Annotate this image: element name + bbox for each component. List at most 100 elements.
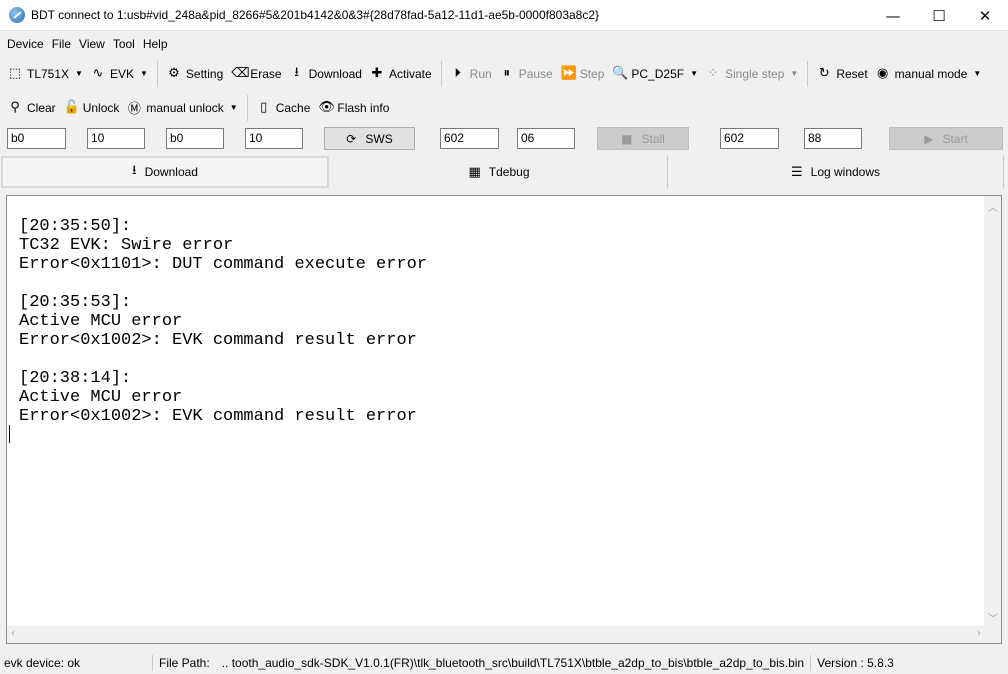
- step-icon: ⏩: [560, 66, 577, 81]
- menu-file[interactable]: File: [52, 37, 71, 51]
- manual-mode-label: manual mode: [894, 66, 968, 81]
- tab-download[interactable]: ⭳ Download: [1, 156, 329, 188]
- clear-label: Clear: [27, 100, 56, 115]
- sd-card-icon: ▯: [260, 100, 268, 115]
- pc-select[interactable]: 🔍 PC_D25F ▼: [608, 62, 702, 86]
- value-field-2[interactable]: 06: [517, 128, 575, 149]
- erase-button[interactable]: ⌫ Erase: [227, 62, 285, 86]
- scroll-right-icon[interactable]: ›: [977, 628, 981, 639]
- sws-label: SWS: [365, 131, 393, 146]
- menu-bar: Device File View Tool Help: [0, 31, 1008, 56]
- download-icon: ⭳: [294, 64, 299, 80]
- chevron-down-icon: ▼: [790, 69, 799, 78]
- manual-unlock-select[interactable]: Ⓜ manual unlock ▼: [123, 96, 241, 120]
- gear-icon: ⚙: [168, 66, 180, 81]
- menu-device[interactable]: Device: [7, 37, 44, 51]
- manual-unlock-icon: Ⓜ: [127, 102, 141, 117]
- activate-label: Activate: [388, 66, 432, 81]
- cache-label: Cache: [275, 100, 311, 115]
- sws-button[interactable]: ⟳ SWS: [324, 127, 415, 150]
- window-controls: — ☐ ✕: [870, 0, 1008, 31]
- value-field-1[interactable]: 602: [440, 128, 499, 149]
- broom-icon: ⚲: [10, 100, 20, 115]
- chevron-down-icon: ▼: [75, 69, 83, 78]
- length-field-1[interactable]: 10: [87, 128, 145, 149]
- start-button[interactable]: ▶ Start: [889, 127, 1003, 150]
- run-button[interactable]: ⏵ Run: [447, 62, 496, 86]
- separator: [440, 60, 442, 87]
- unlock-button[interactable]: 🔓 Unlock: [60, 96, 124, 120]
- flash-info-button[interactable]: 👁 Flash info: [314, 96, 393, 120]
- play-icon: ▶: [924, 131, 934, 146]
- waveform-icon: ∿: [92, 66, 104, 81]
- tab-tdebug-label: Tdebug: [488, 165, 530, 179]
- single-step-select[interactable]: ⁘ Single step ▼: [702, 62, 802, 86]
- minimize-button[interactable]: —: [870, 0, 916, 31]
- setting-button[interactable]: ⚙ Setting: [163, 62, 227, 86]
- log-text: [20:35:50]: TC32 EVK: Swire error Error<…: [19, 217, 428, 426]
- address-field-1[interactable]: b0: [7, 128, 66, 149]
- menu-tool[interactable]: Tool: [113, 37, 135, 51]
- value-field-4[interactable]: 88: [804, 128, 862, 149]
- reset-label: Reset: [836, 66, 868, 81]
- clear-button[interactable]: ⚲ Clear: [4, 96, 60, 120]
- length-field-2[interactable]: 10: [245, 128, 303, 149]
- setting-label: Setting: [185, 66, 224, 81]
- tab-tdebug[interactable]: ▦ Tdebug: [331, 156, 668, 188]
- download-button[interactable]: ⭳ Download: [286, 62, 366, 86]
- status-divider: [810, 654, 812, 671]
- manual-mode-select[interactable]: ◉ manual mode ▼: [872, 62, 986, 86]
- window-title: BDT connect to 1:usb#vid_248a&pid_8266#5…: [31, 8, 600, 22]
- tab-bar: ⭳ Download ▦ Tdebug ☰ Log windows: [0, 156, 1008, 188]
- main-toolbar: ⬚ TL751X ▼ ∿ EVK ▼ ⚙ Setting ⌫ Erase ⭳ D…: [0, 57, 1008, 90]
- stop-icon: ■: [621, 131, 633, 146]
- eye-icon: 👁: [318, 100, 335, 115]
- activate-button[interactable]: ✚ Activate: [366, 62, 436, 86]
- evk-label: EVK: [109, 66, 134, 81]
- tab-log-windows[interactable]: ☰ Log windows: [668, 156, 1004, 188]
- reset-button[interactable]: ↻ Reset: [813, 62, 871, 86]
- cache-button[interactable]: ▯ Cache: [253, 96, 315, 120]
- reset-icon: ↻: [818, 66, 830, 81]
- close-button[interactable]: ✕: [962, 0, 1008, 31]
- eraser-icon: ⌫: [231, 66, 250, 81]
- mode-icon: ◉: [877, 66, 889, 81]
- unlock-icon: 🔓: [63, 100, 80, 115]
- chip-select[interactable]: ⬚ TL751X ▼: [4, 62, 87, 86]
- tab-log-windows-label: Log windows: [810, 165, 881, 179]
- qr-code-icon: ▦: [468, 164, 481, 180]
- register-input-row: b0 10 b0 10 ⟳ SWS 602 06 ■ Stall 602 88 …: [0, 124, 1008, 154]
- file-path-value: .. tooth_audio_sdk-SDK_V1.0.1(FR)\tlk_bl…: [221, 655, 805, 670]
- separator: [807, 60, 809, 87]
- step-label: Step: [579, 66, 605, 81]
- list-icon: ☰: [790, 164, 803, 180]
- chevron-down-icon: ▼: [690, 69, 699, 78]
- pause-button[interactable]: ⏸ Pause: [496, 62, 557, 86]
- scroll-up-icon[interactable]: ︿: [988, 199, 998, 214]
- menu-help[interactable]: Help: [143, 37, 168, 51]
- step-button[interactable]: ⏩ Step: [557, 62, 609, 86]
- menu-view[interactable]: View: [79, 37, 105, 51]
- file-path-label: File Path:: [159, 655, 210, 670]
- maximize-button[interactable]: ☐: [916, 0, 962, 31]
- stall-label: Stall: [641, 131, 665, 146]
- log-output[interactable]: [20:35:50]: TC32 EVK: Swire error Error<…: [6, 195, 1002, 644]
- status-bar: evk device: ok File Path: .. tooth_audio…: [0, 651, 1008, 674]
- download-icon: ⭳: [132, 163, 137, 178]
- value-field-3[interactable]: 602: [720, 128, 779, 149]
- single-step-label: Single step: [725, 66, 785, 81]
- version-label: Version : 5.8.3: [817, 655, 894, 670]
- stall-button[interactable]: ■ Stall: [597, 127, 689, 150]
- evk-select[interactable]: ∿ EVK ▼: [87, 62, 152, 86]
- secondary-toolbar: ⚲ Clear 🔓 Unlock Ⓜ manual unlock ▼ ▯ Cac…: [0, 91, 1008, 124]
- sync-icon: ⟳: [346, 131, 357, 146]
- footsteps-icon: ⁘: [707, 66, 719, 81]
- start-label: Start: [942, 131, 968, 146]
- horizontal-scrollbar[interactable]: ‹ ›: [7, 626, 985, 643]
- address-field-2[interactable]: b0: [166, 128, 224, 149]
- vertical-scrollbar[interactable]: ︿ ﹀: [984, 196, 1001, 628]
- separator: [246, 94, 248, 121]
- scroll-down-icon[interactable]: ﹀: [988, 610, 998, 625]
- scroll-left-icon[interactable]: ‹: [11, 628, 15, 639]
- chip-icon: ⬚: [8, 66, 22, 81]
